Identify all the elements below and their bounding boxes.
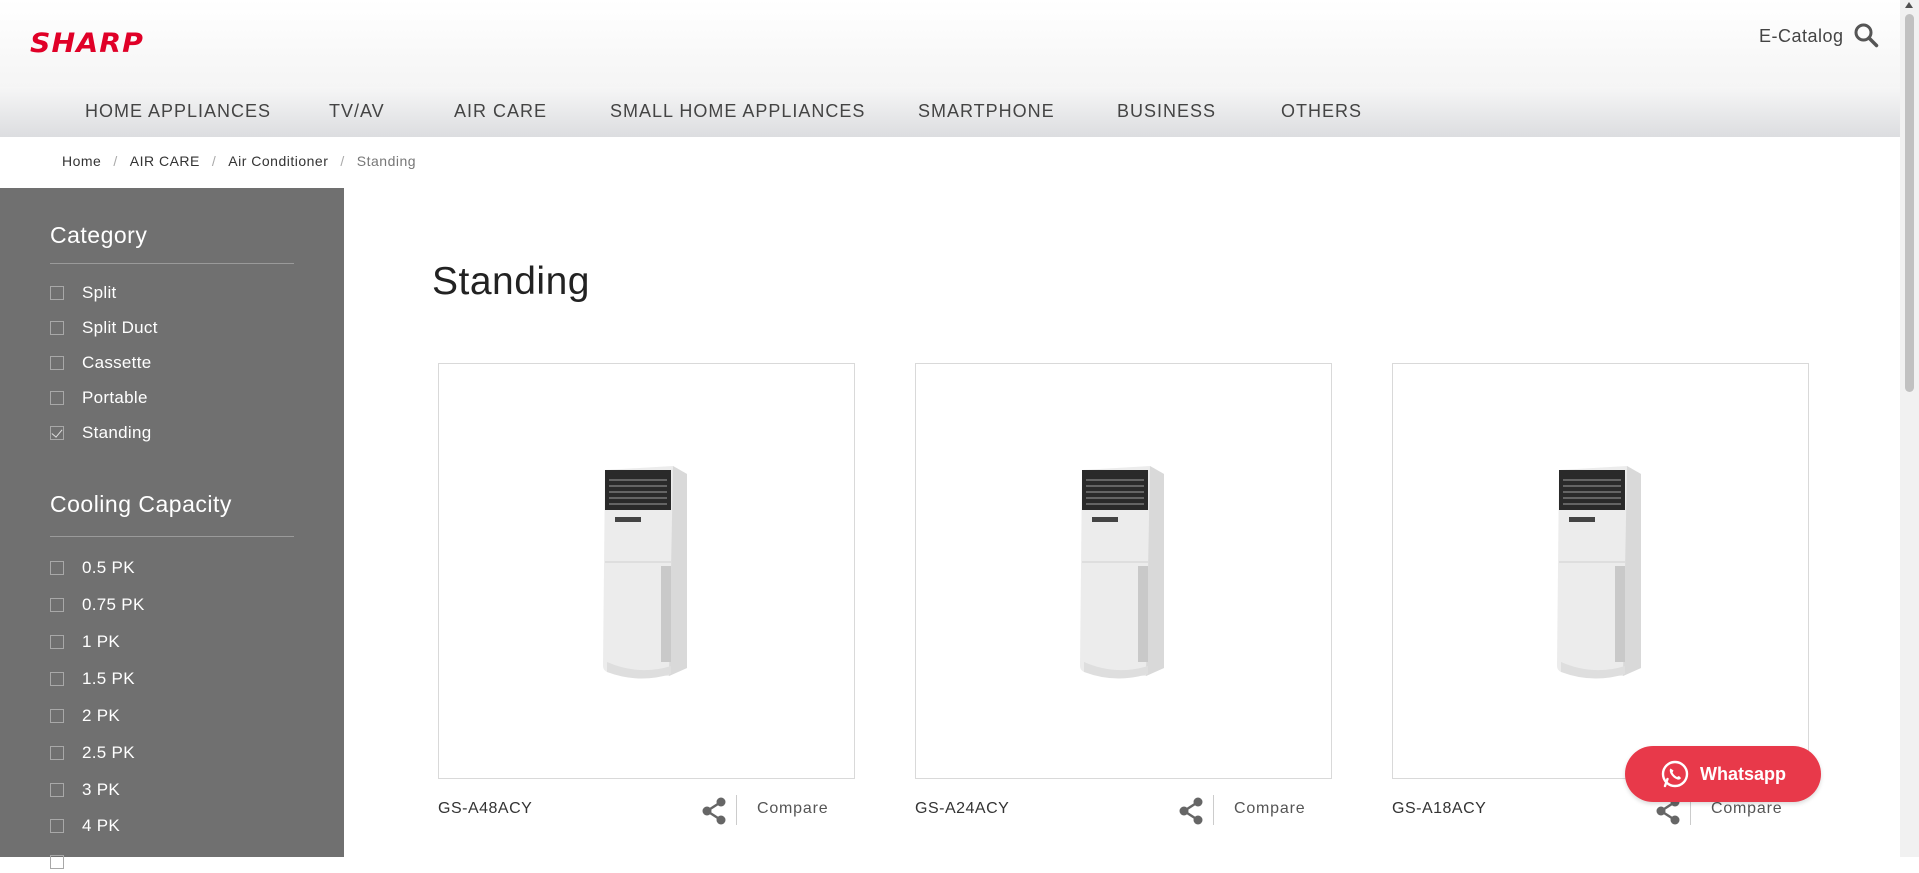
checkbox[interactable] <box>50 709 64 723</box>
category-heading: Category <box>50 222 148 248</box>
checkbox[interactable] <box>50 819 64 833</box>
compare-button[interactable]: Compare <box>757 800 828 818</box>
air-conditioner-image <box>603 466 687 679</box>
nav-item-small-home-appliances[interactable]: SMALL HOME APPLIANCES <box>610 101 865 122</box>
filter-label: Split Duct <box>82 318 158 337</box>
filter-label: 1.5 PK <box>82 669 135 688</box>
whatsapp-icon <box>1661 760 1689 788</box>
filter-sidebar: Category Split Split Duct Cassette Porta… <box>0 188 344 869</box>
site-header: SHARP E-Catalog <box>0 0 1900 87</box>
share-icon[interactable] <box>701 797 727 825</box>
filter-capacity-0-75-pk[interactable]: 0.75 PK <box>50 594 145 616</box>
checkbox[interactable] <box>50 561 64 575</box>
checkbox[interactable] <box>50 356 64 370</box>
filter-capacity-4-pk[interactable]: 4 PK <box>50 815 120 837</box>
air-conditioner-image <box>1080 466 1164 679</box>
nav-item-air-care[interactable]: AIR CARE <box>454 101 547 122</box>
scroll-thumb[interactable] <box>1905 14 1914 392</box>
sharp-logo[interactable]: SHARP <box>30 28 144 59</box>
checkbox[interactable] <box>50 321 64 335</box>
filter-label: Split <box>82 283 117 302</box>
product-card-image[interactable] <box>915 363 1332 779</box>
nav-item-home-appliances[interactable]: HOME APPLIANCES <box>85 101 271 122</box>
breadcrumb-current: Standing <box>356 153 417 169</box>
filter-capacity-1-5-pk[interactable]: 1.5 PK <box>50 668 135 690</box>
nav-item-smartphone[interactable]: SMARTPHONE <box>918 101 1055 122</box>
checkbox[interactable] <box>50 746 64 760</box>
product-card-image[interactable] <box>438 363 855 779</box>
filter-label: 3 PK <box>82 780 121 799</box>
air-conditioner-image <box>1557 466 1641 679</box>
filter-category-cassette[interactable]: Cassette <box>50 352 152 374</box>
cooling-capacity-heading: Cooling Capacity <box>50 491 232 517</box>
checkbox[interactable] <box>50 672 64 686</box>
checkbox[interactable] <box>50 286 64 300</box>
filter-label: Portable <box>82 388 148 407</box>
filter-capacity-2-5-pk[interactable]: 2.5 PK <box>50 742 135 764</box>
filter-capacity-partial[interactable] <box>50 851 82 873</box>
product-model[interactable]: GS-A48ACY <box>438 800 532 818</box>
checkbox[interactable] <box>50 855 64 869</box>
page-title: Standing <box>432 260 590 303</box>
filter-label: Standing <box>82 423 152 442</box>
nav-item-others[interactable]: OTHERS <box>1281 101 1362 122</box>
nav-item-business[interactable]: BUSINESS <box>1117 101 1216 122</box>
filter-capacity-2-pk[interactable]: 2 PK <box>50 705 120 727</box>
checkbox[interactable] <box>50 783 64 797</box>
scroll-up-arrow[interactable] <box>1905 2 1913 8</box>
filter-capacity-0-5-pk[interactable]: 0.5 PK <box>50 557 135 579</box>
search-icon[interactable] <box>1853 22 1879 48</box>
filter-category-portable[interactable]: Portable <box>50 387 148 409</box>
filter-category-split-duct[interactable]: Split Duct <box>50 317 158 339</box>
breadcrumb-air-care[interactable]: AIR CARE <box>130 153 200 169</box>
product-model[interactable]: GS-A18ACY <box>1392 800 1486 818</box>
filter-label: 2 PK <box>82 706 121 725</box>
breadcrumb-separator: / <box>211 153 217 169</box>
main-nav: HOME APPLIANCES TV/AV AIR CARE SMALL HOM… <box>0 87 1900 137</box>
compare-button[interactable]: Compare <box>1711 800 1782 818</box>
divider <box>1213 795 1214 825</box>
filter-label: 2.5 PK <box>82 743 135 762</box>
divider <box>736 795 737 825</box>
breadcrumb-separator: / <box>340 153 345 169</box>
breadcrumb: Home / AIR CARE / Air Conditioner / Standing <box>62 153 416 169</box>
nav-item-tv-av[interactable]: TV/AV <box>329 101 385 122</box>
divider <box>50 263 294 264</box>
filter-category-split[interactable]: Split <box>50 282 117 304</box>
ecatalog-link[interactable]: E-Catalog <box>1759 26 1844 47</box>
breadcrumb-separator: / <box>113 153 118 169</box>
share-icon[interactable] <box>1178 797 1204 825</box>
filter-label: 0.75 PK <box>82 595 145 614</box>
compare-button[interactable]: Compare <box>1234 800 1305 818</box>
checkbox[interactable] <box>50 635 64 649</box>
breadcrumb-air-conditioner[interactable]: Air Conditioner <box>228 153 328 169</box>
divider <box>50 536 294 537</box>
whatsapp-label: Whatsapp <box>1699 763 1786 784</box>
checkbox[interactable] <box>50 391 64 405</box>
checkbox-checked[interactable] <box>50 426 64 440</box>
breadcrumb-home[interactable]: Home <box>62 153 101 169</box>
filter-label: Cassette <box>82 353 152 372</box>
checkbox[interactable] <box>50 598 64 612</box>
product-card-image[interactable] <box>1392 363 1809 779</box>
filter-label: 1 PK <box>82 632 121 651</box>
whatsapp-button[interactable]: Whatsapp <box>1625 746 1821 802</box>
filter-label: 0.5 PK <box>82 558 135 577</box>
page-scrollbar[interactable] <box>1900 0 1919 857</box>
filter-category-standing[interactable]: Standing <box>50 422 152 444</box>
filter-capacity-3-pk[interactable]: 3 PK <box>50 779 120 801</box>
filter-label: 4 PK <box>82 816 121 835</box>
filter-capacity-1-pk[interactable]: 1 PK <box>50 631 120 653</box>
product-model[interactable]: GS-A24ACY <box>915 800 1009 818</box>
